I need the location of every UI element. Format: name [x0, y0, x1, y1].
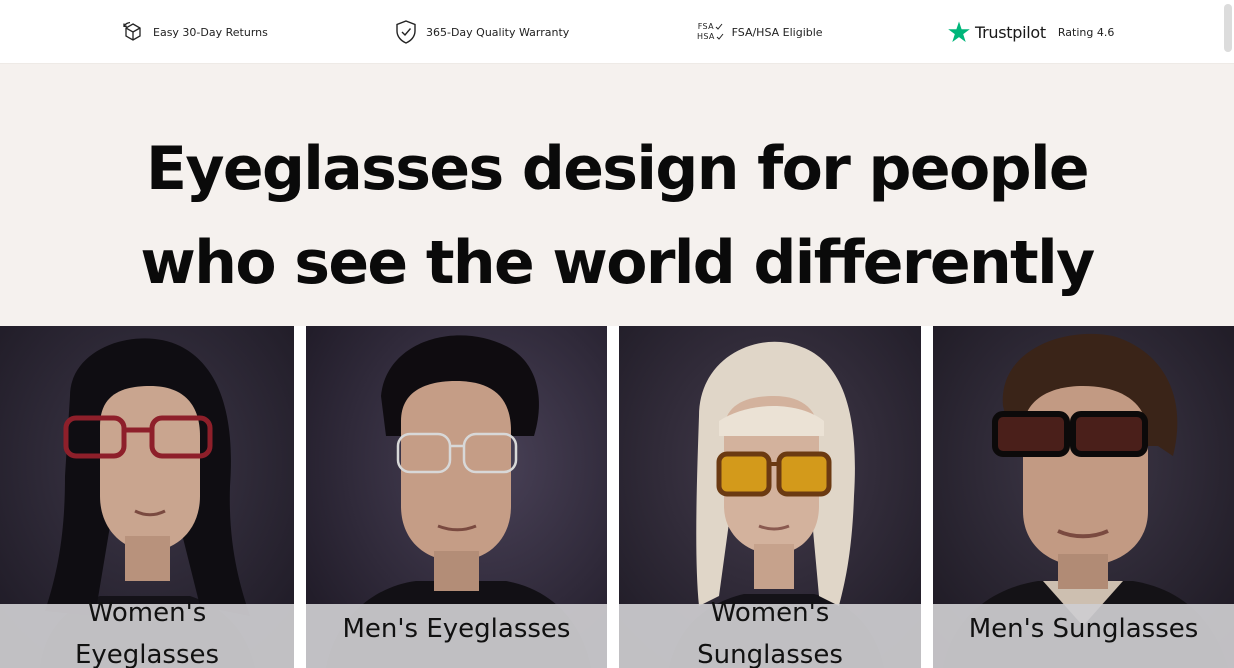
category-label-line-2: Eyeglasses [74, 640, 220, 668]
shield-check-icon [394, 19, 418, 45]
category-label-line-1: Women's [710, 598, 830, 628]
benefit-fsa: FSA HSA FSA/HSA Eligible [697, 0, 823, 64]
benefit-returns: Easy 30-Day Returns [121, 0, 268, 64]
benefits-bar: Easy 30-Day Returns 365-Day Quality Warr… [0, 0, 1234, 64]
category-tile-mens-sunglasses[interactable]: Men's Sunglasses [933, 326, 1234, 668]
category-label-line-2: Sunglasses [697, 640, 843, 668]
hero-title-line-1: Eyeglasses design for people [145, 134, 1090, 204]
category-label-band: Men's Eyeglasses [306, 604, 607, 668]
category-label: Men's Sunglasses [968, 614, 1199, 644]
hsa-mark: HSA [697, 32, 715, 41]
hero-section: Eyeglasses design for people who see the… [0, 64, 1234, 326]
category-label: Women's Eyeglasses [75, 592, 219, 668]
benefit-returns-label: Easy 30-Day Returns [153, 25, 268, 39]
trustpilot-wordmark: Trustpilot [975, 22, 1046, 42]
box-return-icon [121, 20, 145, 44]
fsa-mark: FSA [697, 22, 714, 31]
category-tile-womens-sunglasses[interactable]: Women's Sunglasses [619, 326, 921, 668]
category-label-band: Women's Sunglasses [619, 598, 921, 668]
scrollbar-thumb[interactable] [1224, 4, 1232, 52]
category-label-band: Men's Sunglasses [933, 604, 1234, 668]
hero-title-line-2: who see the world differently [140, 228, 1095, 298]
benefit-fsa-label: FSA/HSA Eligible [731, 25, 823, 39]
trustpilot-star-icon [947, 20, 971, 44]
trustpilot-rating: Rating 4.6 [1057, 25, 1115, 39]
fsa-hsa-icon: FSA HSA [697, 22, 724, 42]
category-label-line-1: Women's [87, 598, 207, 628]
category-label-band: Women's Eyeglasses [0, 598, 294, 668]
benefit-warranty: 365-Day Quality Warranty [394, 0, 569, 64]
hero-title: Eyeglasses design for people who see the… [0, 122, 1234, 310]
category-tile-mens-eyeglasses[interactable]: Men's Eyeglasses [306, 326, 607, 668]
benefit-trustpilot[interactable]: Trustpilot Rating 4.6 [947, 0, 1114, 64]
category-label: Women's Sunglasses [697, 592, 843, 668]
benefit-warranty-label: 365-Day Quality Warranty [426, 25, 570, 39]
category-tile-womens-eyeglasses[interactable]: Women's Eyeglasses [0, 326, 294, 668]
category-label: Men's Eyeglasses [342, 614, 571, 644]
